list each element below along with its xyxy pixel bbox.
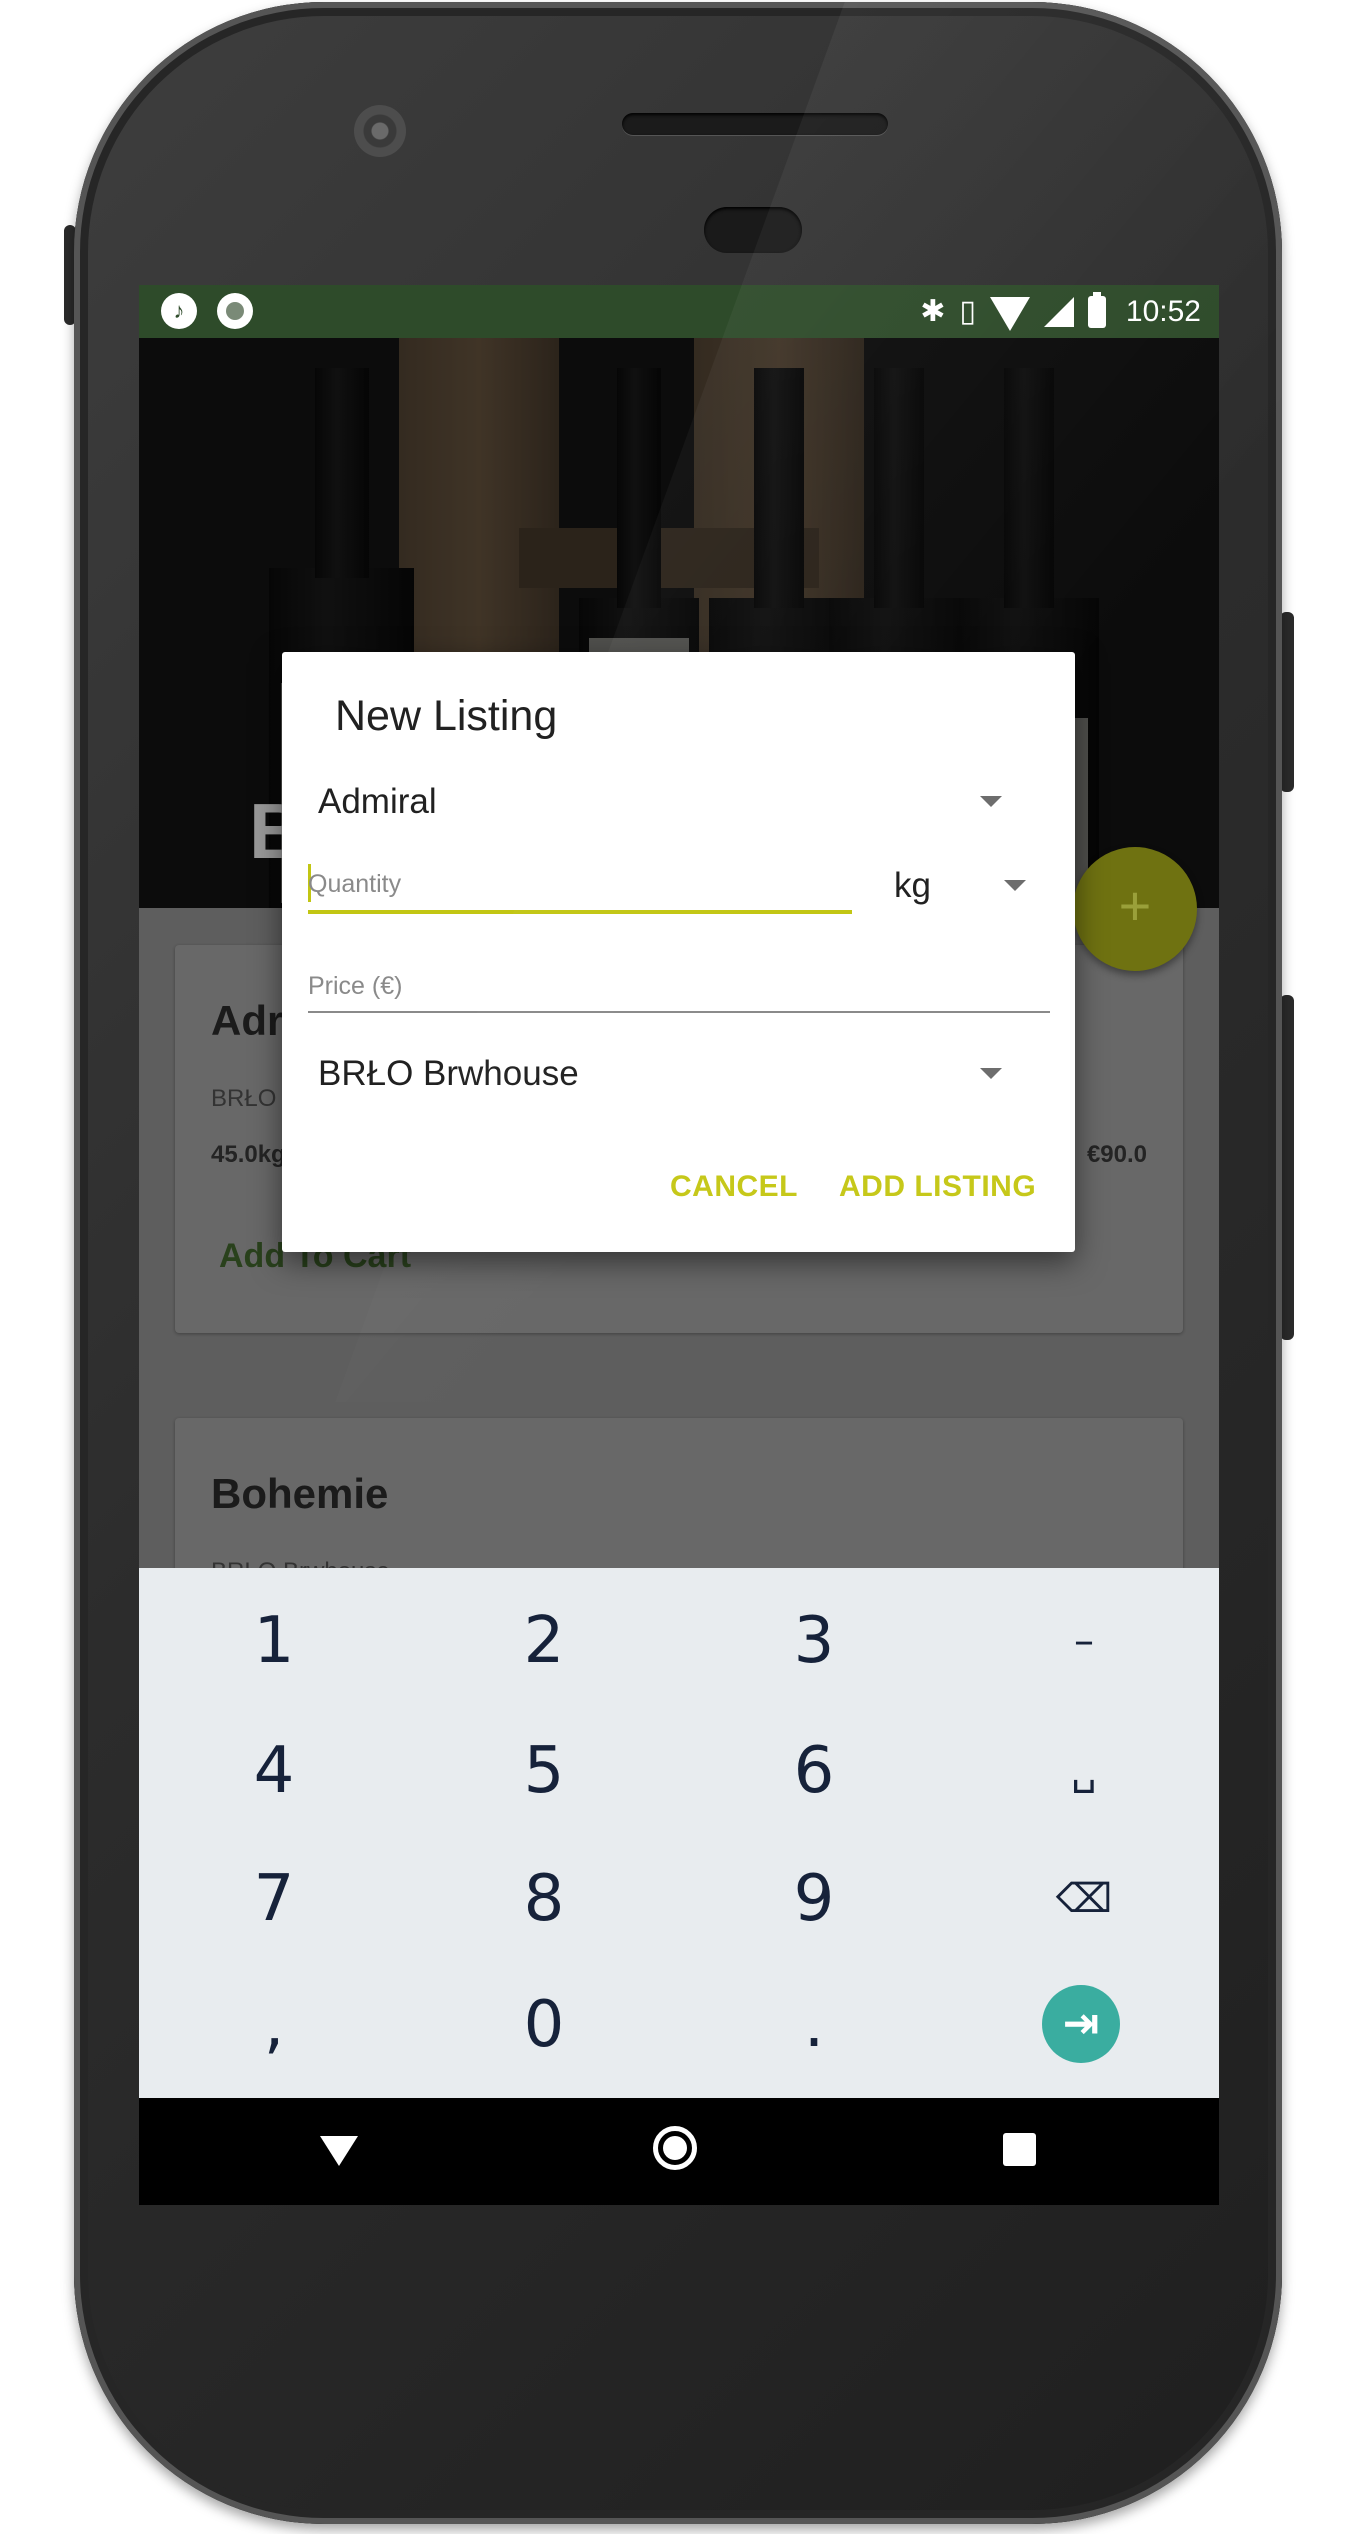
- add-listing-fab[interactable]: +: [1073, 847, 1197, 971]
- phone-volume-button: [1280, 995, 1294, 1340]
- home-icon[interactable]: [653, 2126, 697, 2170]
- space-key[interactable]: ␣: [949, 1706, 1219, 1836]
- music-note-icon: ♪: [161, 293, 197, 329]
- key-period[interactable]: .: [679, 1960, 949, 2090]
- back-icon[interactable]: [320, 2136, 358, 2166]
- add-listing-button[interactable]: ADD LISTING: [839, 1170, 1036, 1204]
- vibrate-icon: ▯: [959, 295, 976, 328]
- bluetooth-icon: ✱: [920, 295, 946, 328]
- price-field-underline: [308, 1011, 1050, 1013]
- phone-screen: ♪ ✱ ▯ 10:52 B Adr BRŁO 45.0kg €90.0 Add …: [139, 285, 1219, 2205]
- chevron-down-icon: [980, 1068, 1002, 1079]
- product-spinner-value: Admiral: [318, 782, 437, 821]
- key-comma[interactable]: ,: [139, 1960, 409, 2090]
- chevron-down-icon: [980, 796, 1002, 807]
- chevron-down-icon: [1004, 880, 1026, 891]
- cell-signal-icon: [1043, 297, 1074, 327]
- key-1[interactable]: 1: [139, 1576, 409, 1706]
- key-7[interactable]: 7: [139, 1834, 409, 1964]
- wifi-icon: [989, 297, 1030, 331]
- key-9[interactable]: 9: [679, 1834, 949, 1964]
- cancel-button[interactable]: CANCEL: [670, 1170, 798, 1204]
- phone-power-button: [1280, 612, 1294, 792]
- front-camera: [354, 105, 406, 157]
- key-0[interactable]: 0: [409, 1960, 679, 2090]
- proximity-sensor: [704, 207, 802, 253]
- recents-icon[interactable]: [1003, 2133, 1036, 2166]
- key-5[interactable]: 5: [409, 1706, 679, 1836]
- product-spinner[interactable]: Admiral: [318, 774, 1038, 830]
- dialog-title: New Listing: [335, 692, 558, 740]
- earpiece-speaker: [622, 113, 888, 135]
- brewery-spinner[interactable]: BRŁO Brwhouse: [318, 1046, 1038, 1102]
- backspace-icon[interactable]: ⌫: [949, 1834, 1219, 1964]
- key-8[interactable]: 8: [409, 1834, 679, 1964]
- key-2[interactable]: 2: [409, 1576, 679, 1706]
- price-field[interactable]: Price (€): [308, 972, 402, 1001]
- unit-spinner[interactable]: kg: [894, 858, 1044, 914]
- key-3[interactable]: 3: [679, 1576, 949, 1706]
- key-4[interactable]: 4: [139, 1706, 409, 1836]
- navigation-bar: [139, 2098, 1219, 2205]
- status-bar: ♪ ✱ ▯ 10:52: [139, 285, 1219, 338]
- numeric-keyboard: 1 2 3 – 4 5 6 ␣ 7 8 9 ⌫ , 0 . ⇥: [139, 1568, 1219, 2098]
- battery-charging-icon: [1087, 292, 1106, 328]
- key-minus[interactable]: –: [949, 1576, 1219, 1706]
- quantity-field-underline: [308, 910, 852, 914]
- next-field-icon[interactable]: ⇥: [1042, 1985, 1120, 2063]
- brewery-spinner-value: BRŁO Brwhouse: [318, 1054, 579, 1093]
- status-time: 10:52: [1125, 295, 1201, 328]
- key-6[interactable]: 6: [679, 1706, 949, 1836]
- unit-spinner-value: kg: [894, 866, 931, 905]
- new-listing-dialog: New Listing Admiral Quantity kg Price (€…: [282, 652, 1075, 1252]
- record-icon: [217, 293, 253, 329]
- quantity-field[interactable]: Quantity: [308, 870, 401, 899]
